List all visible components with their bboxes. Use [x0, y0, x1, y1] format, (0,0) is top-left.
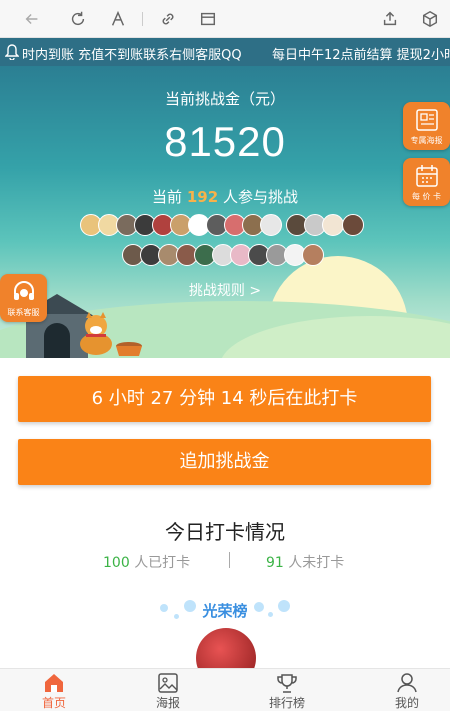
avatar: [260, 214, 282, 236]
dog-illustration: [80, 312, 112, 355]
customer-service-button[interactable]: 联系客服: [0, 274, 47, 322]
add-challenge-funds-button[interactable]: 追加挑战金: [18, 439, 431, 485]
back-arrow-icon[interactable]: [22, 9, 42, 29]
bottom-navigation: 首页 海报 排行榜 我的: [0, 668, 450, 711]
challenge-hero: 当前挑战金（元） 81520 当前 192 人参与挑战 挑战规则 >: [0, 66, 450, 358]
cube-icon[interactable]: [420, 9, 440, 29]
image-icon: [158, 673, 178, 693]
link-icon[interactable]: [158, 9, 178, 29]
marquee-text-2: 每日中午12点前结算 提现2小时内: [272, 48, 450, 63]
nav-home-label: 首页: [41, 696, 66, 710]
calendar-icon: [415, 165, 438, 187]
calendar-float-button[interactable]: 每 价 卡: [403, 158, 450, 206]
challenge-amount-label: 当前挑战金（元）: [164, 90, 285, 108]
customer-service-label: 联系客服: [7, 308, 40, 317]
checked-in-label: 人已打卡: [134, 555, 191, 571]
nav-home[interactable]: 首页: [14, 671, 94, 711]
headset-icon: [13, 281, 34, 300]
poster-float-label: 专属海报: [410, 136, 443, 145]
nav-poster[interactable]: 海报: [128, 671, 208, 711]
nav-mine[interactable]: 我的: [367, 671, 447, 711]
nav-poster-label: 海报: [155, 696, 180, 710]
stats-divider: [229, 552, 230, 568]
participants-text: 当前 192 人参与挑战: [0, 186, 450, 207]
honor-roll-header: 光荣榜: [0, 596, 450, 626]
toolbar-divider: [142, 12, 143, 26]
not-checked-in-label: 人未打卡: [288, 555, 345, 571]
user-icon: [397, 673, 417, 693]
home-icon: [45, 674, 63, 692]
nav-ranking[interactable]: 排行榜: [247, 671, 327, 711]
share-icon[interactable]: [380, 9, 400, 29]
poster-float-button[interactable]: 专属海报: [403, 102, 450, 150]
marquee-text: 时内到账 充值不到账联系右侧客服QQ: [22, 48, 242, 63]
avatar: [302, 244, 324, 266]
window-icon[interactable]: [198, 9, 218, 29]
not-checked-in-stat: 91 人未打卡: [266, 552, 344, 572]
poster-icon: [415, 109, 438, 131]
calendar-float-label: 每 价 卡: [411, 192, 442, 201]
not-checked-in-count: 91: [266, 555, 284, 571]
participants-count: 192: [186, 188, 219, 206]
font-size-icon[interactable]: [108, 9, 128, 29]
participant-avatars: [80, 214, 370, 274]
avatar: [342, 214, 364, 236]
challenge-amount: 81520: [164, 118, 286, 165]
checked-in-count: 100: [103, 555, 130, 571]
bell-icon: [5, 44, 19, 60]
participants-prefix: 当前: [152, 188, 183, 206]
checkin-countdown-button[interactable]: 6 小时 27 分钟 14 秒后在此打卡: [18, 376, 431, 422]
checked-in-stat: 100 人已打卡: [103, 552, 190, 572]
announcement-marquee: 时内到账 充值不到账联系右侧客服QQ 每日中午12点前结算 提现2小时内: [0, 38, 450, 66]
browser-toolbar: [0, 0, 450, 38]
dog-bowl-illustration: [116, 342, 142, 356]
avatar: [322, 214, 344, 236]
nav-ranking-label: 排行榜: [268, 696, 305, 710]
nav-mine-label: 我的: [394, 696, 419, 710]
trophy-icon: [277, 674, 297, 693]
checkin-title: 今日打卡情况: [165, 520, 285, 544]
refresh-icon[interactable]: [68, 9, 88, 29]
checkin-stats: 100 人已打卡 91 人未打卡: [0, 550, 450, 572]
honor-roll-title: 光荣榜: [202, 602, 248, 620]
participants-suffix: 人参与挑战: [222, 188, 298, 206]
